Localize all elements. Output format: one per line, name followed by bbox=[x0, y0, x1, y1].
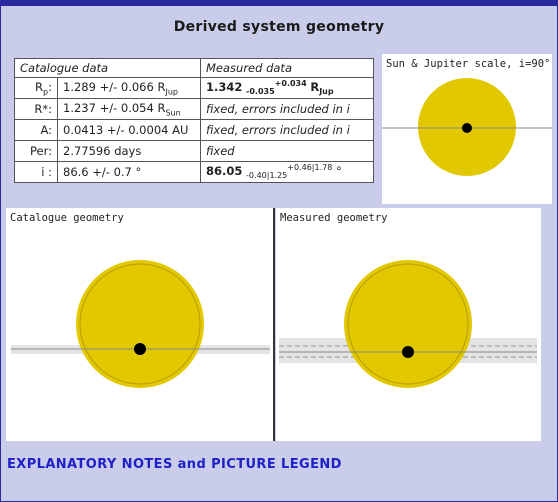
geometry-divider bbox=[273, 208, 275, 441]
catalogue-a-value: 0.0413 +/- 0.0004 AU bbox=[57, 119, 201, 141]
planet-disk bbox=[402, 346, 414, 358]
row-label-rstar: R*: bbox=[14, 98, 58, 120]
table-row: Rp: 1.289 +/- 0.066 RJup 1.342 -0.035+0.… bbox=[14, 77, 374, 99]
catalogue-rp-value: 1.289 +/- 0.066 RJup bbox=[57, 77, 201, 99]
measured-geometry-panel: Measured geometry bbox=[276, 208, 541, 441]
top-border bbox=[1, 1, 557, 6]
sun-jupiter-diagram bbox=[382, 78, 552, 176]
measured-rstar-value: fixed, errors included in i bbox=[200, 98, 374, 120]
page-title: Derived system geometry bbox=[173, 19, 385, 35]
table-row: R*: 1.237 +/- 0.054 RSun fixed, errors i… bbox=[14, 98, 374, 120]
measured-i-value: 86.05 -0.40|1.25+0.46|1.78 ° bbox=[200, 161, 374, 183]
table-row: Per: 2.77596 days fixed bbox=[14, 140, 374, 162]
parameters-table: Catalogue data Measured data Rp: 1.289 +… bbox=[14, 58, 374, 183]
table-row: A: 0.0413 +/- 0.0004 AU fixed, errors in… bbox=[14, 119, 374, 141]
jupiter-disk bbox=[462, 123, 472, 133]
catalogue-geometry-panel: Catalogue geometry bbox=[6, 208, 273, 441]
catalogue-rstar-value: 1.237 +/- 0.054 RSun bbox=[57, 98, 201, 120]
measured-geometry-diagram bbox=[279, 260, 537, 388]
row-label-a: A: bbox=[14, 119, 58, 141]
explanatory-notes-link[interactable]: EXPLANATORY NOTES and PICTURE LEGEND bbox=[7, 457, 342, 472]
measured-rp-value: 1.342 -0.035+0.034 RJup bbox=[200, 77, 374, 99]
sun-jupiter-scale-panel: Sun & Jupiter scale, i=90° bbox=[382, 54, 552, 204]
star-disk bbox=[344, 260, 472, 388]
catalogue-i-value: 86.6 +/- 0.7 ° bbox=[57, 161, 201, 183]
table-row: i : 86.6 +/- 0.7 ° 86.05 -0.40|1.25+0.46… bbox=[14, 161, 374, 183]
row-label-i: i : bbox=[14, 161, 58, 183]
table-header-row: Catalogue data Measured data bbox=[14, 58, 374, 78]
planet-disk bbox=[134, 343, 146, 355]
star-disk bbox=[76, 260, 204, 388]
measured-a-value: fixed, errors included in i bbox=[200, 119, 374, 141]
measured-data-header: Measured data bbox=[200, 58, 374, 78]
row-label-per: Per: bbox=[14, 140, 58, 162]
catalogue-data-header: Catalogue data bbox=[14, 58, 201, 78]
catalogue-per-value: 2.77596 days bbox=[57, 140, 201, 162]
measured-per-value: fixed bbox=[200, 140, 374, 162]
row-label-rp: Rp: bbox=[14, 77, 58, 99]
geometry-frame: Derived system geometry Catalogue data M… bbox=[0, 0, 558, 502]
catalogue-geometry-diagram bbox=[11, 260, 270, 388]
